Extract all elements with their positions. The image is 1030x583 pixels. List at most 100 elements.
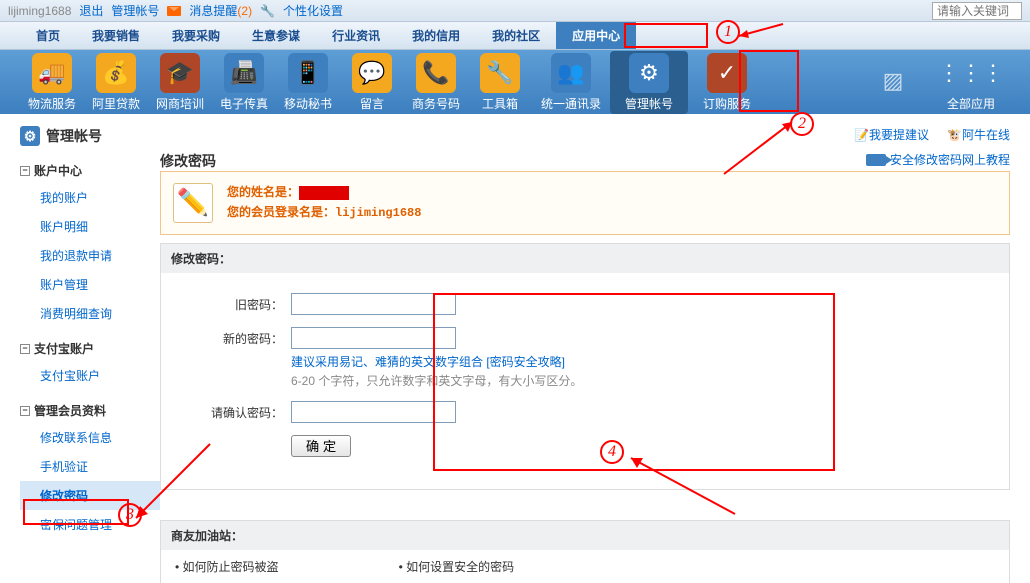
app-label: 管理帐号 bbox=[610, 95, 688, 112]
tutorial-link[interactable]: 安全修改密码网上教程 bbox=[866, 151, 1010, 168]
message-icon bbox=[167, 6, 181, 16]
nav-tab[interactable]: 首页 bbox=[20, 22, 76, 49]
app-icon: 📠 bbox=[224, 53, 264, 93]
app-item[interactable]: ⚙ 管理帐号 bbox=[610, 51, 688, 114]
app-item[interactable]: 💰 阿里贷款 bbox=[84, 53, 148, 112]
sidebar-group-header[interactable]: −账户中心 bbox=[20, 158, 160, 183]
login-row: 您的会员登录名是：lijiming1688 bbox=[227, 202, 421, 223]
footer-link-1[interactable]: • 如何设置安全的密码 bbox=[399, 558, 515, 575]
app-icon: 📱 bbox=[288, 53, 328, 93]
new-pwd-label: 新的密码： bbox=[201, 327, 291, 347]
app-item[interactable]: 📱 移动秘书 bbox=[276, 53, 340, 112]
app-label: 留言 bbox=[340, 95, 404, 112]
info-box: ✏️ 您的姓名是： 您的会员登录名是：lijiming1688 bbox=[160, 171, 1010, 235]
sidebar-item[interactable]: 支付宝账户 bbox=[20, 361, 160, 390]
new-password-input[interactable] bbox=[291, 327, 456, 349]
suggest-row: 📝我要提建议 🐮阿牛在线 bbox=[160, 126, 1010, 143]
nav-tab[interactable]: 我的信用 bbox=[396, 22, 476, 49]
app-icon: ✓ bbox=[707, 53, 747, 93]
logout-link[interactable]: 退出 bbox=[79, 2, 103, 19]
app-label: 移动秘书 bbox=[276, 95, 340, 112]
sidebar-title: ⚙ 管理帐号 bbox=[20, 126, 160, 146]
app-item[interactable]: 💬 留言 bbox=[340, 53, 404, 112]
apps-strip: 🚚物流服务 💰 阿里贷款 🎓 网商培训 📠 电子传真 📱 移动秘书 💬 留言📞商务号码 🔧 工具箱 👥 统一… bbox=[0, 50, 1030, 114]
sidebar-item[interactable]: 消费明细查询 bbox=[20, 299, 160, 328]
sidebar: ⚙ 管理帐号 −账户中心我的账户账户明细我的退款申请账户管理消费明细查询−支付宝… bbox=[20, 126, 160, 583]
sidebar-item[interactable]: 手机验证 bbox=[20, 452, 160, 481]
pwd-hint: 建议采用易记、难猜的英文数字组合 [密码安全攻略] bbox=[291, 353, 582, 370]
sidebar-item[interactable]: 修改密码 bbox=[20, 481, 160, 510]
collapse-icon: − bbox=[20, 166, 30, 176]
sidebar-item[interactable]: 我的账户 bbox=[20, 183, 160, 212]
sidebar-item[interactable]: 我的退款申请 bbox=[20, 241, 160, 270]
footer-header: 商友加油站： bbox=[160, 520, 1010, 550]
app-icon: 🎓 bbox=[160, 53, 200, 93]
main-content: 📝我要提建议 🐮阿牛在线 修改密码 安全修改密码网上教程 ✏️ 您的姓名是： 您… bbox=[160, 126, 1030, 583]
app-label: 电子传真 bbox=[212, 95, 276, 112]
app-icon: 👥 bbox=[551, 53, 591, 93]
app-item[interactable]: 🚚物流服务 bbox=[20, 53, 84, 112]
app-icon: ▨ bbox=[873, 61, 913, 101]
footer-link-0[interactable]: • 如何防止密码被盗 bbox=[175, 558, 279, 575]
aniu-link[interactable]: 🐮阿牛在线 bbox=[947, 126, 1010, 143]
app-item[interactable]: ⋮⋮⋮ 全部应用 bbox=[932, 53, 1010, 112]
wrench-icon: 🔧 bbox=[260, 4, 275, 18]
confirm-password-input[interactable] bbox=[291, 401, 456, 423]
app-item[interactable]: 🎓 网商培训 bbox=[148, 53, 212, 112]
app-item[interactable]: 👥 统一通讯录 bbox=[532, 53, 610, 112]
password-form: 旧密码： 新的密码： 建议采用易记、难猜的英文数字组合 [密码安全攻略] 6-2… bbox=[160, 273, 1010, 490]
app-item[interactable]: ▨ bbox=[854, 61, 932, 103]
name-row: 您的姓名是： bbox=[227, 182, 421, 202]
sidebar-group-header[interactable]: −管理会员资料 bbox=[20, 398, 160, 423]
app-label: 商务号码 bbox=[404, 95, 468, 112]
app-item[interactable]: 📠 电子传真 bbox=[212, 53, 276, 112]
notify-link[interactable]: 消息提醒(2) bbox=[189, 2, 252, 19]
nav-tab[interactable]: 行业资讯 bbox=[316, 22, 396, 49]
user-name: lijiming1688 bbox=[8, 4, 71, 18]
app-icon: 🔧 bbox=[480, 53, 520, 93]
app-icon: 💬 bbox=[352, 53, 392, 93]
nav-tab[interactable]: 我的社区 bbox=[476, 22, 556, 49]
sidebar-item[interactable]: 修改联系信息 bbox=[20, 423, 160, 452]
app-icon: ⚙ bbox=[629, 53, 669, 93]
pwd-hint2: 6-20 个字符，只允许数字和英文字母，有大小写区分。 bbox=[291, 372, 582, 389]
nav-tab[interactable]: 我要销售 bbox=[76, 22, 156, 49]
search-wrap bbox=[932, 2, 1022, 20]
main-nav: 首页我要销售我要采购生意参谋行业资讯我的信用我的社区应用中心 bbox=[0, 22, 1030, 50]
app-label: 订购服务 bbox=[688, 95, 766, 112]
redacted-name bbox=[299, 186, 349, 200]
nav-tab[interactable]: 应用中心 bbox=[556, 22, 636, 49]
app-label: 统一通讯录 bbox=[532, 95, 610, 112]
app-item[interactable]: ✓ 订购服务 bbox=[688, 53, 766, 112]
collapse-icon: − bbox=[20, 344, 30, 354]
old-password-input[interactable] bbox=[291, 293, 456, 315]
sidebar-item[interactable]: 账户明细 bbox=[20, 212, 160, 241]
confirm-pwd-label: 请确认密码： bbox=[201, 401, 291, 421]
old-pwd-label: 旧密码： bbox=[201, 293, 291, 313]
sidebar-group-header[interactable]: −支付宝账户 bbox=[20, 336, 160, 361]
gear-icon: ⚙ bbox=[20, 126, 40, 146]
suggest-link[interactable]: 📝我要提建议 bbox=[854, 126, 929, 143]
search-input[interactable] bbox=[932, 2, 1022, 20]
submit-button[interactable]: 确 定 bbox=[291, 435, 351, 457]
app-label: 全部应用 bbox=[932, 95, 1010, 112]
sidebar-item[interactable]: 密保问题管理 bbox=[20, 510, 160, 539]
app-label: 阿里贷款 bbox=[84, 95, 148, 112]
panel-header: 修改密码： bbox=[160, 243, 1010, 273]
app-label: 工具箱 bbox=[468, 95, 532, 112]
app-icon: 💰 bbox=[96, 53, 136, 93]
pencil-icon: ✏️ bbox=[173, 183, 213, 223]
top-bar: lijiming1688 退出 管理帐号 消息提醒(2) 🔧 个性化设置 bbox=[0, 0, 1030, 22]
app-label: 网商培训 bbox=[148, 95, 212, 112]
manage-account-link[interactable]: 管理帐号 bbox=[111, 2, 159, 19]
nav-tab[interactable]: 我要采购 bbox=[156, 22, 236, 49]
page-title: 修改密码 bbox=[160, 153, 216, 169]
sidebar-item[interactable]: 账户管理 bbox=[20, 270, 160, 299]
app-icon: ⋮⋮⋮ bbox=[951, 53, 991, 93]
app-item[interactable]: 📞商务号码 bbox=[404, 53, 468, 112]
collapse-icon: − bbox=[20, 406, 30, 416]
app-icon: 🚚 bbox=[32, 53, 72, 93]
personalize-link[interactable]: 个性化设置 bbox=[283, 2, 343, 19]
nav-tab[interactable]: 生意参谋 bbox=[236, 22, 316, 49]
app-item[interactable]: 🔧 工具箱 bbox=[468, 53, 532, 112]
